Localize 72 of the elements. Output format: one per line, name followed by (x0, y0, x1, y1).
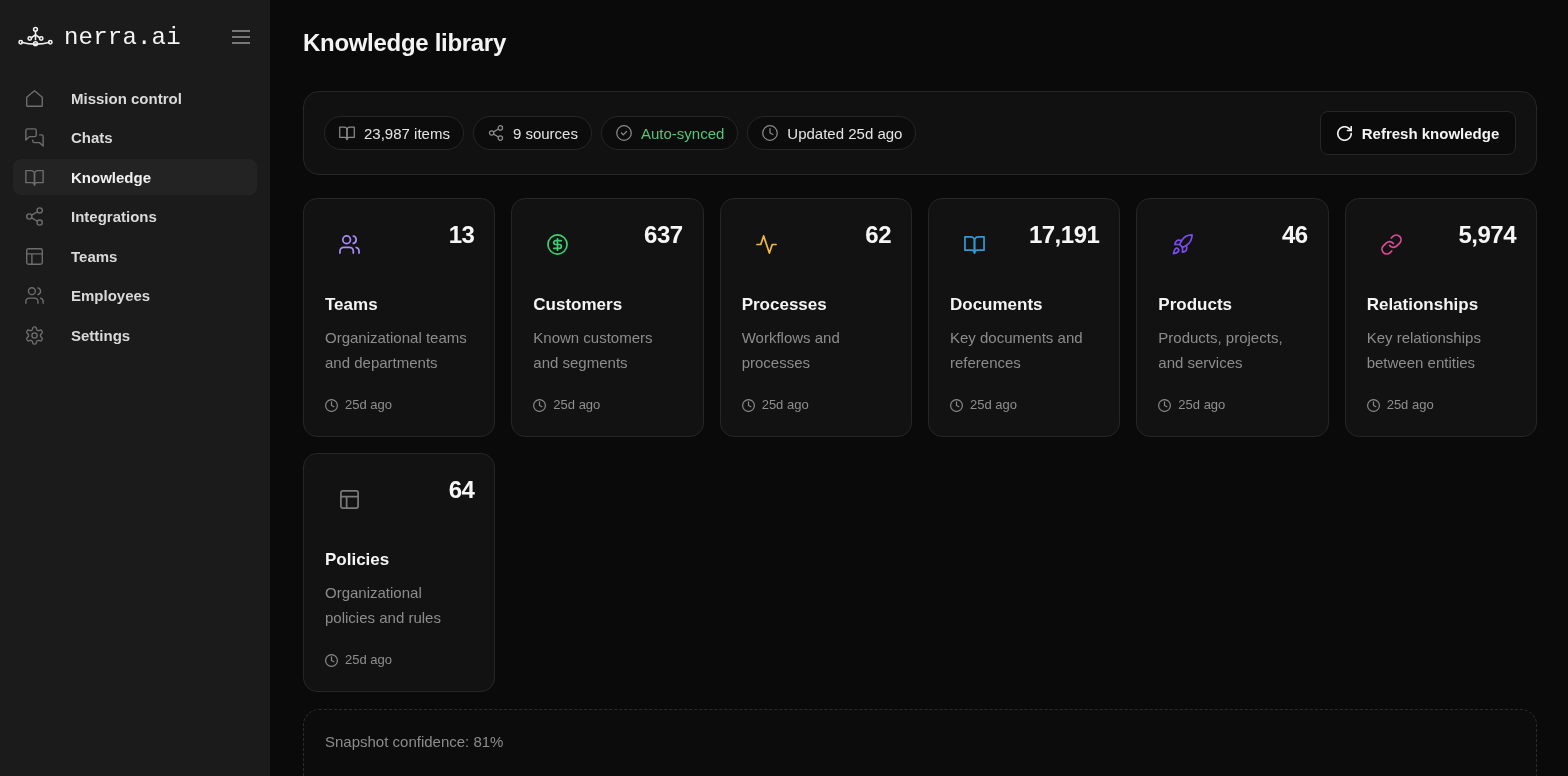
nav-item[interactable]: Settings (13, 317, 257, 353)
card-count: 62 (865, 220, 891, 250)
menu-icon (232, 30, 250, 44)
category-card[interactable]: 64 Policies Organizational policies and rules 25d ago (303, 453, 496, 692)
card-title: Processes (741, 294, 828, 316)
updated-time: 25d ago (345, 396, 392, 414)
nav-item[interactable]: Integrations (13, 198, 257, 235)
category-card[interactable]: 637 Customers Known customers and segments 25d ago (511, 198, 704, 437)
stat-label: Auto-synced (640, 124, 725, 142)
chat-bubbles-icon (25, 128, 44, 147)
category-card[interactable]: 13 Teams Organizational teams and departments 25d ago (303, 198, 496, 437)
share-icon (487, 125, 504, 141)
card-count: 13 (448, 220, 475, 250)
refresh-icon (1336, 125, 1352, 141)
category-card[interactable]: 62 Processes Workflows and processes 25d ago (719, 198, 912, 437)
clock-icon (950, 398, 963, 412)
card-count: 46 (1281, 220, 1308, 250)
card-description: Key relationships between entities (1366, 328, 1482, 373)
menu-button[interactable] (232, 30, 250, 44)
card-title: Relationships (1366, 294, 1480, 316)
card-description: Organizational teams and departments (325, 328, 468, 373)
clock-icon (1158, 398, 1172, 412)
network-logo-icon (18, 25, 53, 47)
stat-label: 9 sources (512, 124, 578, 142)
card-title: Products (1158, 294, 1233, 316)
stat-label: Updated 25d ago (787, 124, 903, 142)
stat-label: 23,987 items (364, 124, 450, 142)
house-icon (25, 88, 44, 108)
category-card[interactable]: 17,191 Documents Key documents and references 25d ago (928, 198, 1121, 437)
category-card[interactable]: 46 Products Products, projects, and services 25d ago (1136, 198, 1329, 437)
card-description: Organizational policies and rules (325, 583, 442, 628)
updated-time: 25d ago (1386, 396, 1434, 414)
card-count: 5,974 (1458, 220, 1516, 250)
clock-icon (1366, 398, 1380, 412)
nav-item[interactable]: Employees (13, 277, 257, 314)
logo-text: nerra.ai (64, 23, 181, 51)
check-circle-icon (615, 125, 632, 141)
clock-icon (325, 398, 338, 412)
share-icon (25, 207, 44, 226)
card-title: Customers (533, 294, 624, 316)
nav-item[interactable]: Teams (13, 238, 257, 274)
nav-item[interactable]: Knowledge (13, 159, 257, 195)
clock-icon (762, 125, 779, 141)
nav-item[interactable]: Mission control (13, 80, 257, 116)
card-title: Documents (950, 294, 1044, 316)
nav-item[interactable]: Chats (13, 119, 257, 156)
updated-time: 25d ago (1178, 396, 1226, 414)
users-icon (25, 286, 44, 305)
refresh-button[interactable]: Refresh knowledge (1320, 111, 1516, 155)
card-description: Products, projects, and services (1158, 328, 1284, 373)
updated-time: 25d ago (553, 396, 601, 414)
card-count: 64 (448, 475, 475, 505)
card-description: Workflows and processes (741, 328, 841, 373)
updated-time: 25d ago (970, 396, 1017, 414)
clock-icon (533, 398, 547, 412)
layout-icon (25, 246, 44, 266)
settings-icon (25, 325, 44, 345)
clock-icon (325, 653, 338, 667)
updated-time: 25d ago (345, 651, 392, 669)
clock-icon (741, 398, 755, 412)
card-description: Key documents and references (950, 328, 1084, 373)
card-title: Policies (325, 549, 391, 571)
confidence-text: Snapshot confidence: 81% (325, 733, 504, 750)
card-count: 17,191 (1028, 220, 1100, 250)
card-description: Known customers and segments (533, 328, 654, 373)
card-count: 637 (644, 220, 683, 250)
book-icon (25, 167, 44, 187)
card-title: Teams (325, 294, 379, 316)
book-icon (339, 125, 355, 141)
page-title: Knowledge library (303, 28, 507, 58)
updated-time: 25d ago (761, 396, 809, 414)
category-card[interactable]: 5,974 Relationships Key relationships between entities 25d ago (1344, 198, 1537, 437)
